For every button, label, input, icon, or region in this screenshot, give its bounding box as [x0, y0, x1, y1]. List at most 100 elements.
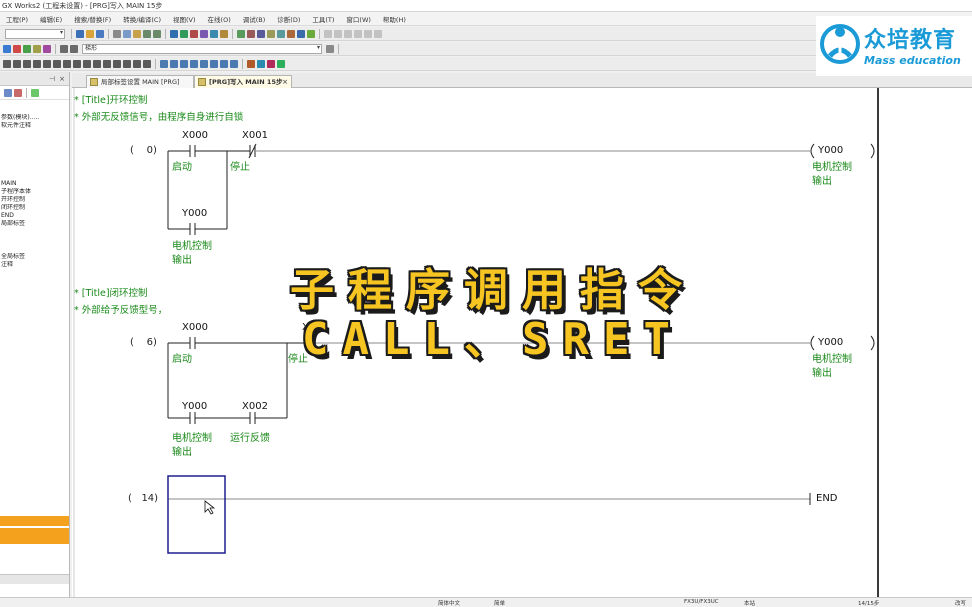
device-batch-icon[interactable] — [247, 29, 255, 38]
grid-icon[interactable] — [354, 29, 362, 38]
write-mode-icon[interactable] — [257, 59, 265, 68]
new-icon[interactable] — [76, 29, 84, 38]
monitor-write-icon[interactable] — [210, 29, 218, 38]
end-instruction[interactable]: END — [816, 493, 838, 504]
redo-icon[interactable] — [153, 29, 161, 38]
menu-view[interactable]: 视图(V) — [173, 14, 196, 24]
read-mode-icon[interactable] — [247, 59, 255, 68]
zoom-in-icon[interactable] — [324, 29, 332, 38]
jump-icon[interactable] — [326, 44, 334, 53]
nav-scrollbar[interactable] — [0, 574, 69, 584]
note-icon[interactable] — [220, 59, 228, 68]
tree-item-closed[interactable]: 闭环控制 — [0, 204, 69, 212]
tree-item[interactable]: 软元件注释 — [0, 122, 69, 130]
menu-diagnostics[interactable]: 诊断(D) — [277, 14, 300, 24]
tree-item-open[interactable]: 开环控制 — [0, 196, 69, 204]
param-icon[interactable] — [43, 44, 51, 53]
fb-icon[interactable] — [23, 44, 31, 53]
stop-monitor-icon[interactable] — [220, 29, 228, 38]
delete-hline-icon[interactable] — [83, 59, 91, 68]
pulse-rise-or-icon[interactable] — [123, 59, 131, 68]
tree-item[interactable] — [0, 163, 69, 171]
nav-bottom-tab-active[interactable] — [0, 528, 69, 544]
contact-ornc-icon[interactable] — [33, 59, 41, 68]
tab-program-main[interactable]: [PRG]写入 MAIN 15步 × — [194, 75, 292, 88]
save-icon[interactable] — [96, 29, 104, 38]
replace-icon[interactable] — [70, 44, 78, 53]
remote-icon[interactable] — [297, 29, 305, 38]
contact-or-icon[interactable] — [23, 59, 31, 68]
copy-icon[interactable] — [123, 29, 131, 38]
pin-icon[interactable]: ⊣ — [49, 75, 55, 83]
delete-vline-icon[interactable] — [93, 59, 101, 68]
zoom-out-icon[interactable] — [334, 29, 342, 38]
nav-user-icon[interactable] — [14, 88, 22, 97]
menu-edit[interactable]: 编辑(E) — [40, 14, 62, 24]
fit-icon[interactable] — [344, 29, 352, 38]
menu-project[interactable]: 工程(P) — [6, 14, 28, 24]
toolbar-combo-mode[interactable]: 梯形 — [82, 43, 322, 54]
monitor-mode-icon[interactable] — [267, 59, 275, 68]
pulse-fall-or-icon[interactable] — [133, 59, 141, 68]
coil-icon[interactable] — [43, 59, 51, 68]
tree-item[interactable] — [0, 130, 69, 138]
tree-item[interactable] — [0, 147, 69, 155]
statement-icon[interactable] — [210, 59, 218, 68]
struct-icon[interactable] — [33, 44, 41, 53]
invert-icon[interactable] — [143, 59, 151, 68]
menu-convert[interactable]: 转换/编译(C) — [123, 14, 161, 24]
fall-icon[interactable] — [170, 59, 178, 68]
nav-filter-icon[interactable] — [31, 88, 39, 97]
contact-x002[interactable]: X002 — [242, 401, 268, 412]
line-erase-icon[interactable] — [190, 59, 198, 68]
paste-icon[interactable] — [133, 29, 141, 38]
rise-icon[interactable] — [160, 59, 168, 68]
tab-local-labels[interactable]: 局部标签设置 MAIN [PRG] — [86, 75, 194, 88]
nav-bottom-tab[interactable] — [0, 516, 69, 526]
menu-window[interactable]: 窗口(W) — [346, 14, 371, 24]
contact-nc-icon[interactable] — [13, 59, 21, 68]
read-plc-icon[interactable] — [180, 29, 188, 38]
menu-find-replace[interactable]: 搜索/替换(F) — [74, 14, 111, 24]
vline-icon[interactable] — [73, 59, 81, 68]
monitor-icon[interactable] — [200, 29, 208, 38]
menu-tools[interactable]: 工具(T) — [312, 14, 334, 24]
menu-help[interactable]: 帮助(H) — [383, 14, 406, 24]
verify-icon[interactable] — [190, 29, 198, 38]
cut-icon[interactable] — [113, 29, 121, 38]
device-display-icon[interactable] — [230, 59, 238, 68]
pulse-fall-icon[interactable] — [113, 59, 121, 68]
close-icon[interactable]: × — [59, 75, 65, 83]
clock-icon[interactable] — [307, 29, 315, 38]
hline-icon[interactable] — [63, 59, 71, 68]
contact-no-icon[interactable] — [3, 59, 11, 68]
tree-item-local[interactable]: 局部标签 — [0, 220, 69, 228]
pulse-rise-icon[interactable] — [103, 59, 111, 68]
find-icon[interactable] — [60, 44, 68, 53]
tree-item-end[interactable]: END — [0, 212, 69, 220]
tree-item[interactable] — [0, 229, 69, 237]
watch-icon[interactable] — [257, 29, 265, 38]
close-icon[interactable]: × — [282, 76, 288, 88]
contact-y000[interactable]: Y000 — [182, 208, 207, 219]
open-icon[interactable] — [86, 29, 94, 38]
menu-online[interactable]: 在线(O) — [208, 14, 231, 24]
tree-item-main[interactable]: MAIN — [0, 180, 69, 188]
tree-item[interactable] — [0, 155, 69, 163]
contact-x000[interactable]: X000 — [182, 130, 208, 141]
memory-icon[interactable] — [287, 29, 295, 38]
tree-item[interactable] — [0, 245, 69, 253]
contact-x001[interactable]: X001 — [242, 130, 268, 141]
trace-icon[interactable] — [267, 29, 275, 38]
simulator-icon[interactable] — [237, 29, 245, 38]
comment-icon[interactable] — [200, 59, 208, 68]
write-plc-icon[interactable] — [170, 29, 178, 38]
diag-icon[interactable] — [277, 29, 285, 38]
monitor-write-mode-icon[interactable] — [277, 59, 285, 68]
toolbar-combo-project[interactable] — [5, 28, 65, 39]
contact-y000-b[interactable]: Y000 — [182, 401, 207, 412]
tree-item[interactable]: 参数(模块)..... — [0, 114, 69, 122]
preview-icon[interactable] — [374, 29, 382, 38]
menu-debug[interactable]: 调试(B) — [243, 14, 266, 24]
coil-y000[interactable]: Y000 — [818, 145, 843, 156]
